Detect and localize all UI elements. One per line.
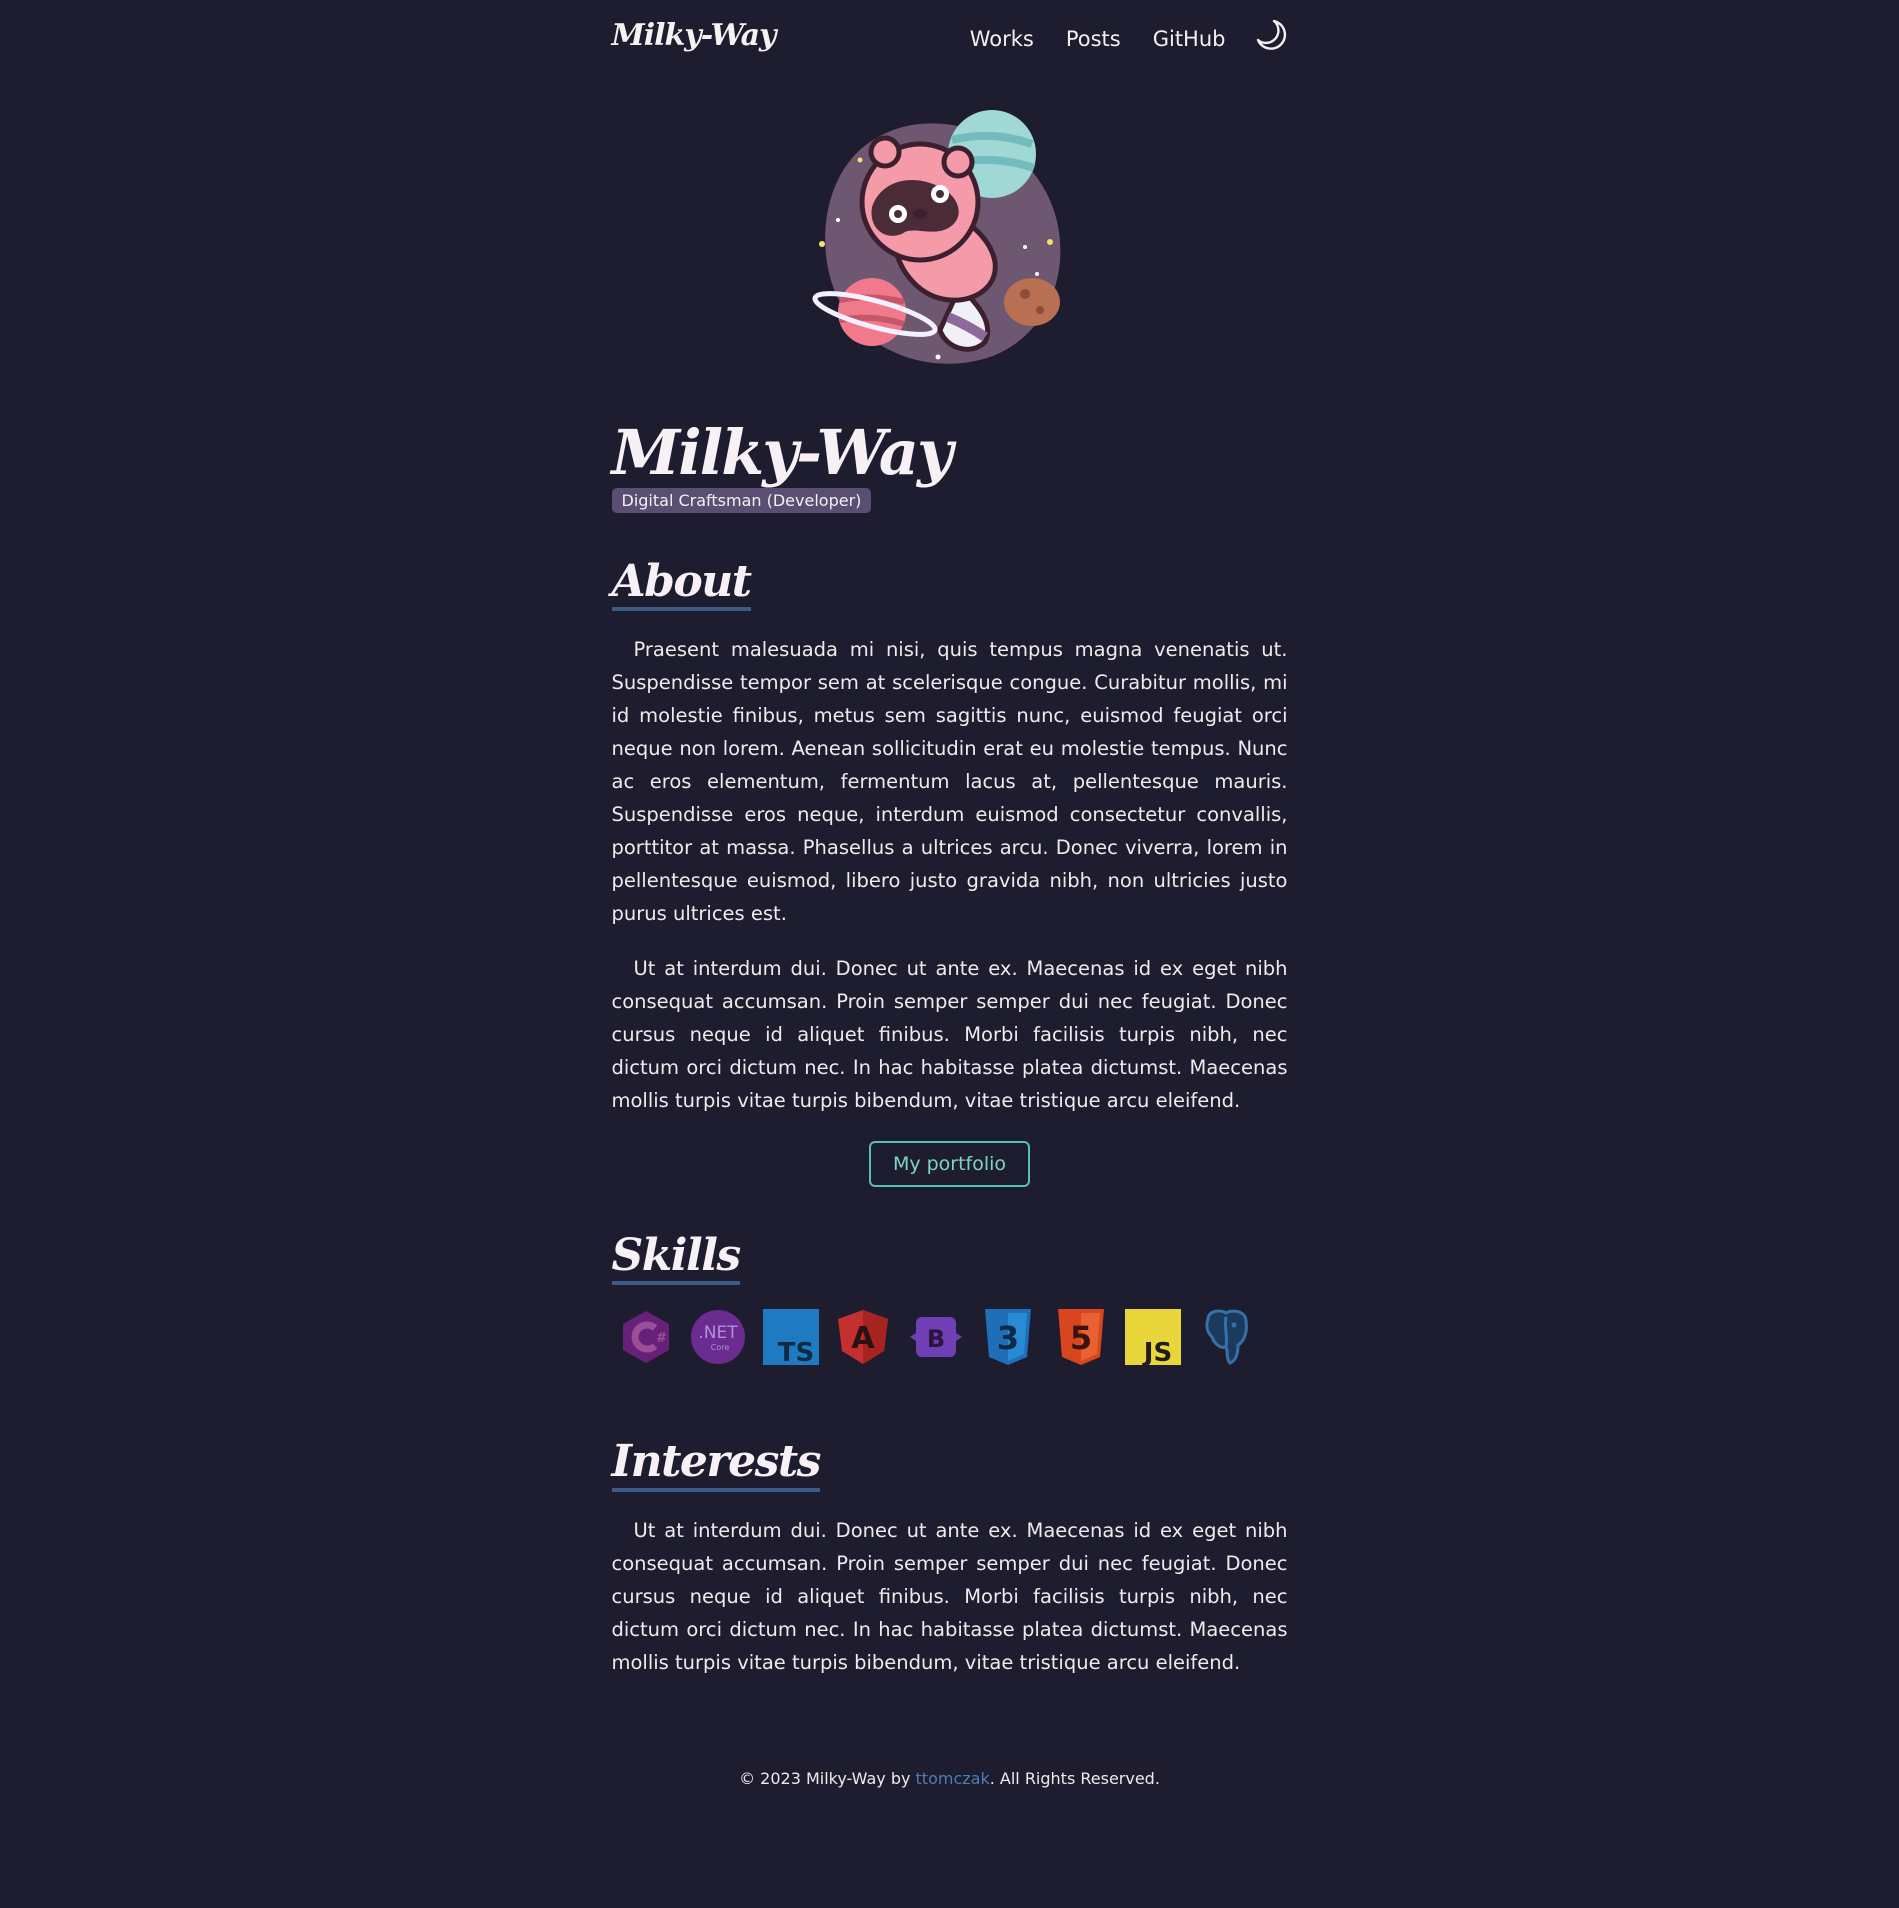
svg-text:5: 5	[1069, 1319, 1091, 1357]
html5-icon: 5	[1057, 1309, 1104, 1366]
angular-icon: A	[838, 1310, 888, 1365]
footer-prefix: © 2023 Milky-Way by	[739, 1768, 916, 1788]
nav-github-link[interactable]: GitHub	[1153, 27, 1226, 51]
css3-icon: 3	[985, 1309, 1031, 1366]
skills-icon-list: # .NET Core TS A B 3 5 JS	[612, 1309, 1288, 1369]
svg-text:A: A	[851, 1321, 875, 1356]
my-portfolio-button[interactable]: My portfolio	[868, 1141, 1031, 1188]
raccoon-astronaut-illustration	[812, 110, 1060, 364]
about-paragraph-2: Ut at interdum dui. Donec ut ante ex. Ma…	[611, 957, 1288, 1113]
svg-text:TS: TS	[777, 1338, 813, 1365]
svg-text:.NET: .NET	[698, 1323, 738, 1343]
bootstrap-icon: B	[909, 1317, 962, 1358]
avatar-container	[612, 90, 1288, 410]
nav: Works Posts GitHub	[938, 19, 1288, 56]
typescript-icon: TS	[762, 1309, 819, 1366]
nav-posts-link[interactable]: Posts	[1066, 27, 1121, 51]
interests-heading: Interests	[611, 1439, 821, 1492]
svg-text:JS: JS	[1142, 1338, 1172, 1365]
svg-text:3: 3	[997, 1319, 1019, 1357]
postgresql-icon	[1204, 1309, 1248, 1366]
about-heading: About	[611, 558, 752, 612]
footer: © 2023 Milky-Way by ttomczak. All Rights…	[612, 1769, 1288, 1788]
javascript-icon: JS	[1125, 1309, 1181, 1366]
svg-text:Core: Core	[711, 1343, 730, 1352]
svg-text:B: B	[926, 1325, 944, 1353]
moon-icon	[1256, 19, 1286, 50]
footer-suffix: . All Rights Reserved.	[989, 1768, 1160, 1788]
dotnet-core-icon: .NET Core	[691, 1310, 745, 1365]
skills-heading: Skills	[611, 1233, 741, 1286]
header: Milky-Way Works Posts GitHub	[612, 0, 1288, 90]
portfolio-row: My portfolio	[612, 1141, 1288, 1188]
page: Milky-Way Works Posts GitHub Milky-Way D…	[611, 0, 1288, 1788]
theme-toggle-button[interactable]	[1254, 18, 1288, 52]
about-paragraph-1: Praesent malesuada mi nisi, quis tempus …	[611, 638, 1288, 926]
footer-author-link[interactable]: ttomczak	[916, 1769, 990, 1788]
svg-text:#: #	[656, 1331, 667, 1346]
brand-logo[interactable]: Milky-Way	[612, 18, 777, 53]
csharp-icon: #	[622, 1311, 669, 1364]
page-title: Milky-Way	[611, 416, 954, 489]
interests-paragraph: Ut at interdum dui. Donec ut ante ex. Ma…	[611, 1518, 1288, 1674]
role-badge: Digital Craftsman (Developer)	[611, 488, 872, 513]
nav-works-link[interactable]: Works	[970, 27, 1034, 51]
